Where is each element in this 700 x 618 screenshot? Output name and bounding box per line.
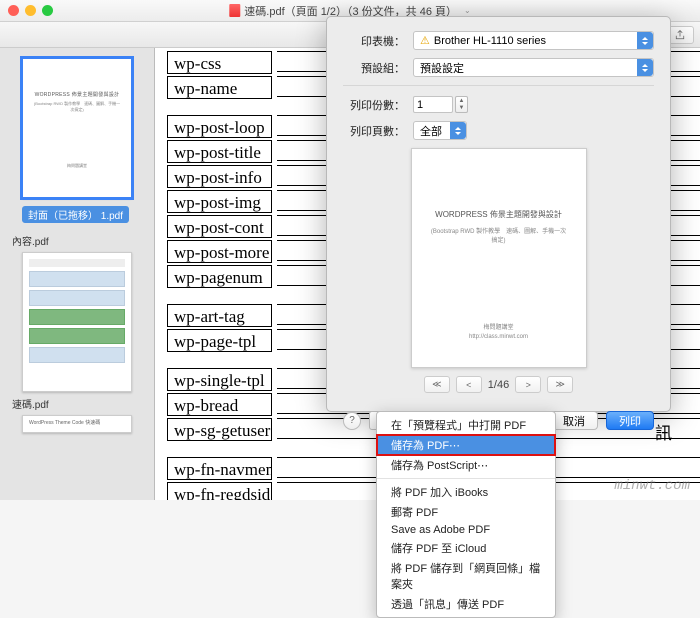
- table-cell: wp-css: [167, 51, 272, 74]
- section-label-content[interactable]: 內容.pdf: [8, 233, 146, 248]
- chevron-down-icon[interactable]: ⌄: [464, 6, 471, 15]
- preset-select[interactable]: 預設設定: [413, 58, 654, 77]
- thumbnail-quick[interactable]: WordPress Theme Code 快速碼: [22, 415, 132, 433]
- menu-save-postscript[interactable]: 儲存為 PostScript⋯: [377, 455, 555, 475]
- table-cell: wp-sg-getuser: [167, 418, 272, 441]
- menu-mail-pdf[interactable]: 郵寄 PDF: [377, 502, 555, 522]
- close-icon[interactable]: [8, 5, 19, 16]
- copies-input[interactable]: [413, 96, 453, 113]
- table-cell: wp-post-cont: [167, 215, 272, 238]
- preset-label: 預設組：: [343, 60, 405, 76]
- table-cell: wp-post-title: [167, 140, 272, 163]
- table-cell: wp-post-more: [167, 240, 272, 263]
- table-cell: wp-fn-navmenu: [167, 457, 272, 480]
- menu-save-adobe[interactable]: Save as Adobe PDF: [377, 522, 555, 538]
- table-cell: wp-bread: [167, 393, 272, 416]
- page-last-button[interactable]: ≫: [547, 376, 573, 393]
- help-button[interactable]: ?: [343, 412, 361, 430]
- watermark: minwt.com: [614, 478, 690, 494]
- cancel-button[interactable]: 取消: [550, 411, 598, 430]
- copies-stepper[interactable]: ▲▼: [455, 96, 468, 113]
- table-cell: wp-art-tag: [167, 304, 272, 327]
- page-next-button[interactable]: >: [515, 376, 541, 393]
- section-label-quick[interactable]: 速碼.pdf: [8, 396, 146, 411]
- table-cell: wp-single-tpl: [167, 368, 272, 391]
- page-indicator: 1/46: [488, 379, 509, 391]
- menu-web-receipts[interactable]: 將 PDF 儲存到「網頁回條」檔案夾: [377, 558, 555, 594]
- warning-icon: ⚠︎: [420, 34, 430, 47]
- printer-label: 印表機：: [343, 33, 405, 49]
- thumbnail-content[interactable]: [22, 252, 132, 392]
- table-cell: wp-post-loop: [167, 115, 272, 138]
- table-cell: wp-post-img: [167, 190, 272, 213]
- menu-save-as-pdf[interactable]: 儲存為 PDF⋯: [377, 435, 555, 455]
- table-cell: wp-post-info: [167, 165, 272, 188]
- pages-select[interactable]: 全部: [413, 121, 467, 140]
- menu-add-ibooks[interactable]: 將 PDF 加入 iBooks: [377, 482, 555, 502]
- print-button[interactable]: 列印: [606, 411, 654, 430]
- table-cell: wp-name: [167, 76, 272, 99]
- print-preview: WORDPRESS 佈景主題開發與設計 (Bootstrap RWD 製作教學 …: [411, 148, 587, 368]
- menu-open-preview[interactable]: 在「預覽程式」中打開 PDF: [377, 415, 555, 435]
- pdf-menu: 在「預覽程式」中打開 PDF 儲存為 PDF⋯ 儲存為 PostScript⋯ …: [376, 411, 556, 618]
- print-dialog: 印表機： ⚠︎ Brother HL-1110 series 預設組： 預設設定…: [326, 16, 671, 412]
- printer-select[interactable]: ⚠︎ Brother HL-1110 series: [413, 31, 654, 50]
- table-cell: wp-fn-regdsid: [167, 482, 272, 500]
- page-first-button[interactable]: ≪: [424, 376, 450, 393]
- zoom-icon[interactable]: [42, 5, 53, 16]
- copies-label: 列印份數：: [343, 97, 405, 113]
- thumbnail-cover[interactable]: WORDPRESS 佈景主題開發與設計 (Bootstrap RWD 製作教學 …: [22, 58, 132, 198]
- pages-label: 列印頁數：: [343, 123, 405, 139]
- table-cell: wp-pagenum: [167, 265, 272, 288]
- pdf-file-icon: [229, 4, 240, 17]
- thumbnail-label: 封面（已拖移） 1.pdf: [22, 206, 129, 223]
- menu-save-icloud[interactable]: 儲存 PDF 至 iCloud: [377, 538, 555, 558]
- page-prev-button[interactable]: <: [456, 376, 482, 393]
- table-cell: wp-page-tpl: [167, 329, 272, 352]
- menu-send-messages[interactable]: 透過「訊息」傳送 PDF: [377, 594, 555, 614]
- minimize-icon[interactable]: [25, 5, 36, 16]
- thumbnail-sidebar: WORDPRESS 佈景主題開發與設計 (Bootstrap RWD 製作教學 …: [0, 48, 155, 500]
